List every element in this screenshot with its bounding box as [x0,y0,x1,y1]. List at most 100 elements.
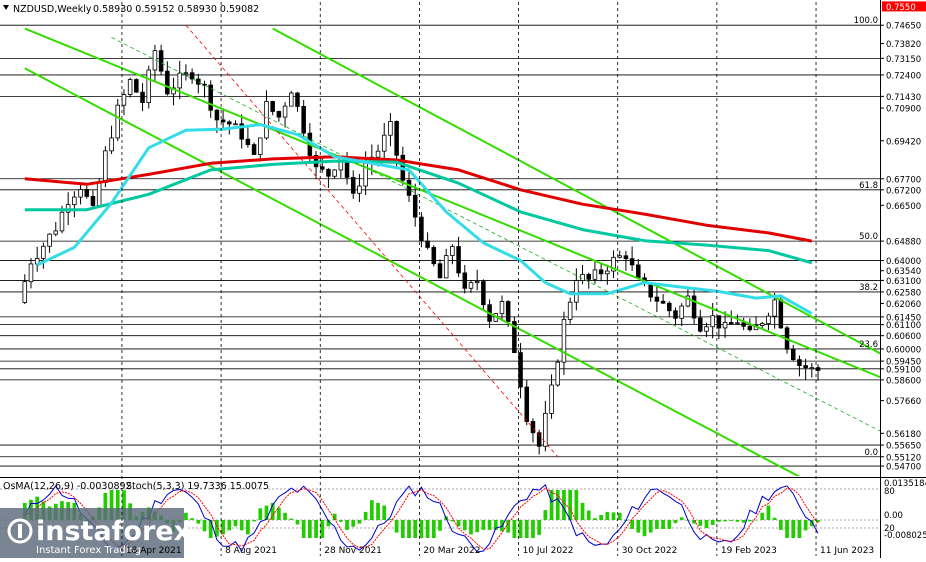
candle-body [60,212,64,231]
candle-body [655,297,659,301]
osma-bar [760,513,764,520]
osma-bar [302,520,306,538]
candle-body [234,124,238,125]
osma-bar [674,520,678,523]
osma-bar [209,520,213,538]
candle-body [562,319,566,362]
osma-bar [711,520,715,525]
osma-bar [773,518,777,520]
x-tick-label: 18 Apr 2021 [126,546,182,556]
fib-level-label: 100.0 [854,16,878,26]
candle-body [141,92,145,102]
fib-level-label: 50.0 [859,232,878,242]
osma-bar [426,520,430,538]
candle-body [717,316,721,328]
candle-body [376,151,380,157]
x-tick-label: 20 Mar 2022 [423,546,480,556]
candle-body [729,322,733,323]
osma-bar [519,520,523,538]
candle-body [159,51,163,71]
osma-bar [358,520,362,524]
osma-bar [643,520,647,536]
osma-bar [265,506,269,520]
x-tick-label: 30 Oct 2022 [622,546,678,556]
osma-bar [364,512,368,520]
osma-bar [754,520,758,521]
candle-body [711,316,715,327]
osma-bar [370,500,374,520]
symbol-label: NZDUSD,Weekly [13,4,92,15]
candle-body [525,387,529,421]
price-tick-label: 0.72400 [886,71,921,81]
osma-bar [705,520,709,528]
osma-bar [599,515,603,520]
candle-body [760,324,764,326]
candle-body [482,282,486,305]
candle-body [333,170,337,176]
candle-body [804,366,808,368]
candle-body [661,301,665,303]
price-tick-label: 0.55650 [886,442,921,452]
candle-body [773,300,777,316]
candle-body [320,167,324,170]
osma-bar [568,490,572,520]
candle-body [227,122,231,124]
candle-body [636,265,640,278]
osma-bar [562,490,566,520]
candle-body [190,73,194,79]
osma-bar [680,517,684,520]
candle-body [630,259,634,265]
candle-body [692,296,696,318]
price-tick-label: 0.61100 [886,321,921,331]
price-tick-label: 0.64880 [886,238,921,248]
stoch-label: Stoch(5,3,3) 19.7336 15.0075 [126,481,269,492]
osma-bar [537,520,541,535]
osma-bar [420,520,424,538]
osma-bar [717,520,721,522]
osma-bar [351,520,355,527]
candle-body [469,283,473,289]
candle-body [667,303,671,311]
osma-bar [779,520,783,530]
price-tick-label: 0.69420 [886,137,921,147]
candle-body [289,93,293,106]
osma-bar [630,520,634,529]
osma-bar [593,518,597,520]
candle-body [438,264,442,278]
candle-body [568,302,572,319]
candle-body [351,177,355,193]
osma-bar [482,520,486,530]
price-tick-label: 0.58600 [886,376,921,386]
candle-body [302,106,306,133]
candle-body [748,326,752,330]
indicator-scale-label: 80 [884,487,895,497]
candle-body [816,368,820,371]
osma-bar [234,520,238,526]
candle-body [674,311,678,319]
osma-bar [469,520,473,534]
osma-bar [308,520,312,538]
osma-bar [277,508,281,520]
candle-body [327,169,331,176]
candle-body [519,353,523,387]
candle-body [413,195,417,217]
osma-bar [525,520,529,538]
osma-bar [513,520,517,538]
osma-bar [581,503,585,520]
osma-bar [438,520,442,531]
osma-bar [314,520,318,538]
price-tick-label: 0.73150 [886,55,921,65]
x-tick-label: 28 Nov 2021 [324,546,382,556]
price-tag-label: 0.7550 [886,3,916,13]
osma-bar [463,520,467,530]
osma-bar [203,520,207,531]
candle-body [810,368,814,369]
candle-body [556,362,560,385]
x-tick-label: 10 Jul 2022 [523,546,574,556]
candle-body [581,274,585,280]
osma-bar [667,520,671,529]
osma-bar [246,520,250,534]
candle-body [91,196,95,205]
osma-bar [612,512,616,520]
osma-label: OsMA(12,26,9) -0.0030892 [3,481,132,492]
